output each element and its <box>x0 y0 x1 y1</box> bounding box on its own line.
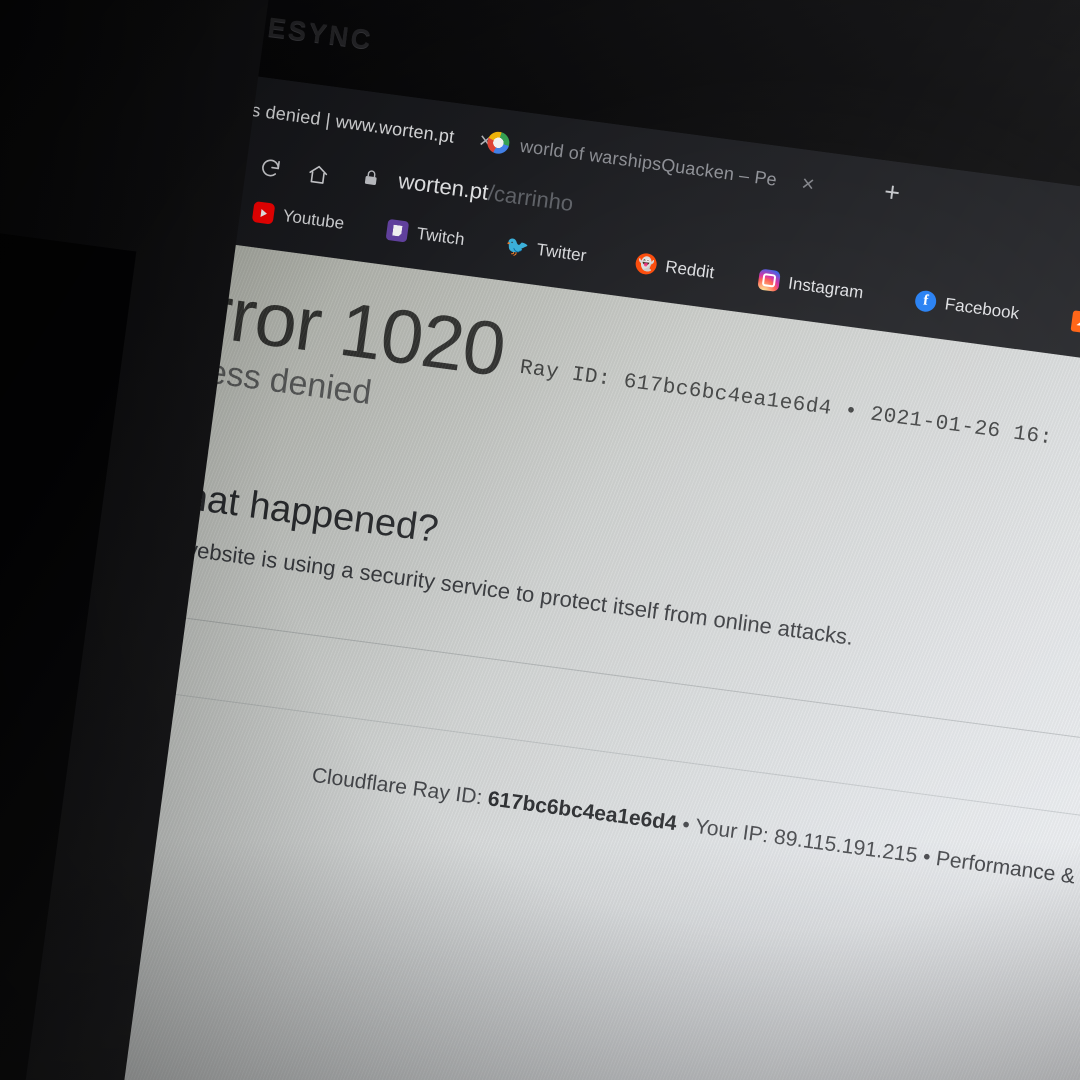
bookmark-label: Facebook <box>943 293 1021 323</box>
bookmark-label: Youtube <box>281 205 346 233</box>
bookmark-youtube[interactable]: Youtube <box>251 201 346 234</box>
lock-icon <box>360 167 382 193</box>
footer-line: Cloudflare Ray ID: 617bc6bc4ea1e6d4 • Yo… <box>97 735 1080 923</box>
home-icon[interactable] <box>296 153 339 196</box>
bookmark-label: Instagram <box>787 272 865 302</box>
bookmark-label: Twitter <box>535 239 588 265</box>
twitch-icon <box>385 218 410 243</box>
new-tab-button[interactable]: + <box>882 176 902 208</box>
url-host: worten.pt <box>396 168 490 205</box>
footer-mid: • Your IP: <box>675 812 776 849</box>
soundcloud-icon: ☁ <box>1070 310 1080 334</box>
monitor-photo-scene: FREESYNC △ Access denied | www.worten.pt… <box>0 0 1080 1080</box>
bookmark-instagram[interactable]: Instagram <box>757 268 865 303</box>
footer-prefix: Cloudflare Ray ID: <box>310 763 490 811</box>
instagram-icon <box>757 268 781 293</box>
bookmark-twitter[interactable]: 🐦 Twitter <box>504 235 588 266</box>
reddit-icon: 👻 <box>634 252 658 276</box>
footer-ray-id: 617bc6bc4ea1e6d4 <box>486 787 679 836</box>
reload-icon[interactable] <box>249 146 292 189</box>
youtube-icon <box>251 201 276 225</box>
bookmark-label: Twitch <box>415 223 466 249</box>
twitter-icon: 🐦 <box>504 235 531 260</box>
bookmark-facebook[interactable]: f Facebook <box>913 289 1021 324</box>
close-icon[interactable]: × <box>800 170 816 196</box>
bookmark-reddit[interactable]: 👻 Reddit <box>634 252 716 283</box>
google-icon <box>486 130 511 156</box>
footer-suffix: • Performance & security <box>921 845 1080 898</box>
bookmark-soundcloud[interactable]: ☁ Sour <box>1070 310 1080 340</box>
footer-ip: 89.115.191.215 <box>772 825 919 868</box>
bookmark-label: Reddit <box>664 256 716 282</box>
url-path: /carrinho <box>486 179 575 217</box>
divider <box>117 608 1080 774</box>
facebook-icon: f <box>913 289 938 313</box>
bookmark-twitch[interactable]: Twitch <box>385 218 466 250</box>
